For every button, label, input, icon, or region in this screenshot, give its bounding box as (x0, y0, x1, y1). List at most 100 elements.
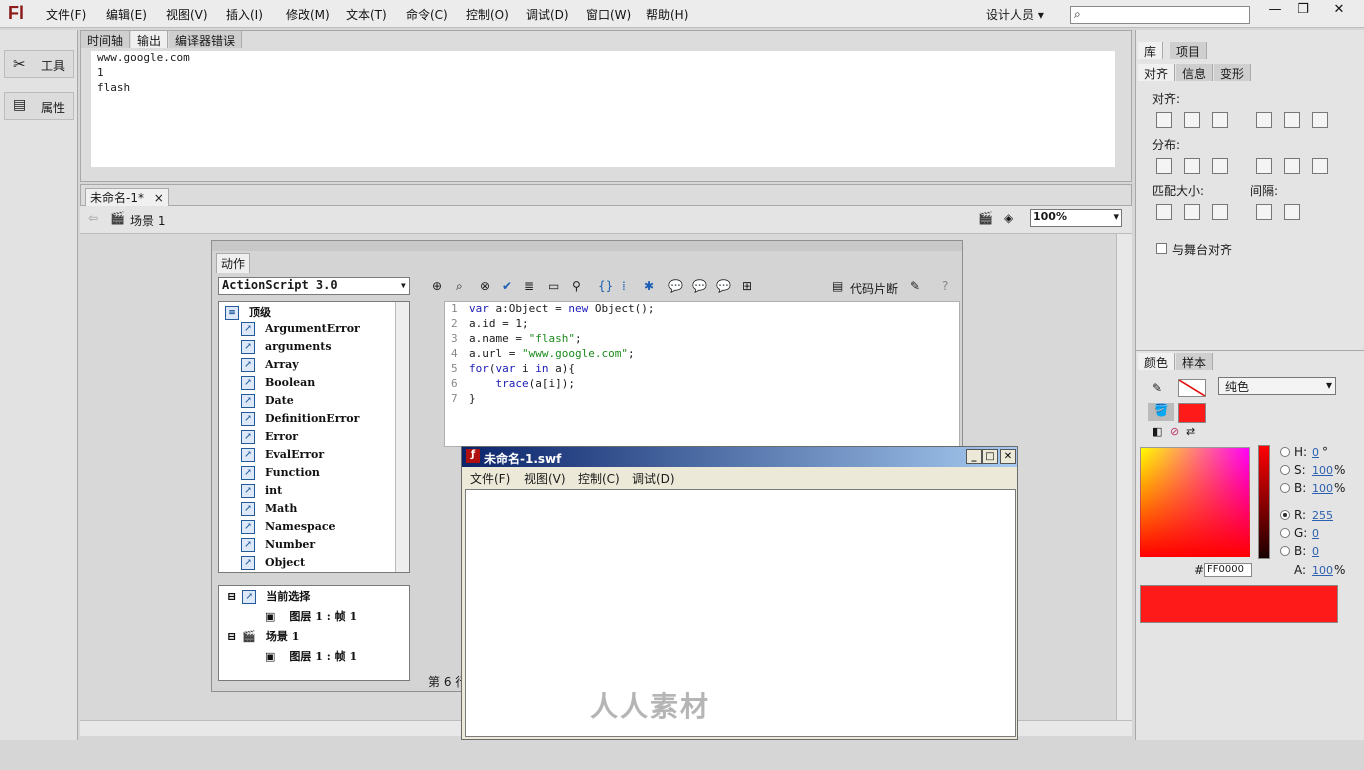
debug-icon[interactable]: ⚲ (572, 279, 581, 293)
toolbox-class[interactable]: ↗ Date (241, 394, 294, 412)
vertical-scrollbar[interactable] (1116, 234, 1132, 720)
distribute-vcenter-button[interactable] (1184, 158, 1200, 174)
toolbox-class[interactable]: ↗ Error (241, 430, 298, 448)
distribute-hcenter-button[interactable] (1284, 158, 1300, 174)
tree-frame[interactable]: ▣ 图层 1 : 帧 1 (265, 608, 357, 626)
toolbox-scrollbar[interactable] (395, 302, 409, 572)
actions-panel-titlebar[interactable] (212, 241, 962, 251)
align-right-button[interactable] (1212, 112, 1228, 128)
expand-all-icon[interactable]: ✱ (644, 279, 654, 293)
actionscript-version-select[interactable]: ActionScript 3.0 ▾ (218, 277, 410, 295)
snippets-icon[interactable]: ▤ (832, 279, 843, 293)
code-hint-icon[interactable]: ▭ (548, 279, 559, 293)
tab-align[interactable]: 对齐 (1138, 64, 1176, 81)
tab-swatches[interactable]: 样本 (1176, 353, 1214, 370)
align-bottom-button[interactable] (1312, 112, 1328, 128)
tab-library[interactable]: 库 (1138, 42, 1164, 59)
match-height-button[interactable] (1184, 204, 1200, 220)
tab-compiler-errors[interactable]: 编译器错误 (169, 31, 243, 48)
menu-insert[interactable]: 插入(I) (226, 6, 263, 23)
properties-button[interactable]: ▤ 属性 (4, 92, 74, 120)
menu-file[interactable]: 文件(F) (46, 6, 86, 23)
output-text-area[interactable]: www.google.com 1 flash (91, 51, 1115, 167)
collapse-icon[interactable]: ⊟ (227, 590, 236, 603)
menu-edit[interactable]: 编辑(E) (106, 6, 147, 23)
tab-info[interactable]: 信息 (1176, 64, 1214, 81)
toolbox-class[interactable]: ↗ Function (241, 466, 320, 484)
distribute-right-button[interactable] (1312, 158, 1328, 174)
toolbox-class[interactable]: ↗ Object (241, 556, 305, 574)
tab-actions[interactable]: 动作 (216, 253, 251, 273)
toolbox-top-level[interactable]: ≡ 顶级 (225, 304, 271, 322)
menu-modify[interactable]: 修改(M) (286, 6, 330, 23)
black-white-icon[interactable]: ◧ (1152, 425, 1162, 438)
swf-minimize-button[interactable]: _ (966, 449, 982, 464)
comment-line-icon[interactable]: 💬 (692, 279, 707, 293)
swf-menu-debug[interactable]: 调试(D) (632, 470, 675, 487)
g-value[interactable]: 0 (1312, 527, 1319, 540)
align-vcenter-button[interactable] (1284, 112, 1300, 128)
toolbox-class[interactable]: ↗ Array (241, 358, 299, 376)
alpha-value[interactable]: 100 (1312, 564, 1333, 577)
swf-maximize-button[interactable]: □ (982, 449, 998, 464)
toolbox-class[interactable]: ↗ ArgumentError (241, 322, 360, 340)
distribute-bottom-button[interactable] (1212, 158, 1228, 174)
tab-timeline[interactable]: 时间轴 (81, 31, 131, 48)
s-value[interactable]: 100 (1312, 464, 1333, 477)
hue-slider[interactable] (1258, 445, 1270, 559)
document-tab[interactable]: 未命名-1* × (85, 188, 169, 207)
menu-window[interactable]: 窗口(W) (586, 6, 631, 23)
find-icon[interactable]: ⌕ (456, 279, 463, 294)
tab-output[interactable]: 输出 (131, 31, 169, 48)
fill-color-swatch[interactable] (1178, 403, 1206, 423)
b-value[interactable]: 100 (1312, 482, 1333, 495)
toolbox-class[interactable]: ↗ int (241, 484, 282, 502)
swap-colors-icon[interactable]: ⇄ (1186, 425, 1195, 438)
zoom-select[interactable]: 100% ▾ (1030, 209, 1122, 227)
tab-color[interactable]: 颜色 (1138, 353, 1176, 370)
workspace-switcher[interactable]: 设计人员 ▾ (986, 6, 1044, 23)
align-top-button[interactable] (1256, 112, 1272, 128)
swf-content-area[interactable] (465, 489, 1016, 737)
menu-text[interactable]: 文本(T) (346, 6, 387, 23)
help-icon[interactable]: ? (942, 279, 948, 293)
add-statement-icon[interactable]: ⊕ (432, 279, 442, 293)
tools-button[interactable]: ✂ 工具 (4, 50, 74, 78)
b-radio[interactable] (1280, 483, 1290, 493)
space-horizontal-button[interactable] (1284, 204, 1300, 220)
swf-titlebar[interactable]: ƒ 未命名-1.swf _ □ ✕ (462, 447, 1017, 467)
space-vertical-button[interactable] (1256, 204, 1272, 220)
g-radio[interactable] (1280, 528, 1290, 538)
swf-close-button[interactable]: ✕ (1000, 449, 1016, 464)
script-editor[interactable]: 1 var a:Object = new Object(); 2 a.id = 1;… (444, 301, 960, 447)
check-syntax-icon[interactable]: ✔ (502, 279, 512, 293)
fill-type-select[interactable]: 纯色 ▾ (1218, 377, 1336, 395)
minimize-button[interactable]: — (1262, 2, 1288, 20)
menu-view[interactable]: 视图(V) (166, 6, 208, 23)
tree-current-selection[interactable]: ⊟ ↗ 当前选择 (227, 588, 310, 606)
collapse-selection-icon[interactable]: ⁞ (622, 279, 626, 293)
align-left-button[interactable] (1156, 112, 1172, 128)
r-radio[interactable] (1280, 510, 1290, 520)
tab-project[interactable]: 项目 (1170, 42, 1208, 59)
stroke-color-swatch[interactable] (1178, 379, 1206, 397)
close-tab-icon[interactable]: × (154, 191, 164, 205)
h-radio[interactable] (1280, 447, 1290, 457)
toolbox-class[interactable]: ↗ Boolean (241, 376, 315, 394)
target-icon[interactable]: ⊗ (480, 279, 490, 293)
swf-menu-view[interactable]: 视图(V) (524, 470, 566, 487)
menu-commands[interactable]: 命令(C) (406, 6, 448, 23)
auto-format-icon[interactable]: ≣ (524, 279, 534, 293)
menu-debug[interactable]: 调试(D) (526, 6, 569, 23)
toolbox-class[interactable]: ↗ EvalError (241, 448, 324, 466)
collapse-icon[interactable]: ⊟ (227, 630, 236, 643)
hex-input[interactable]: FF0000 (1204, 563, 1252, 577)
h-value[interactable]: 0 (1312, 446, 1319, 459)
wand-icon[interactable]: ✎ (910, 279, 920, 293)
comment-block-icon[interactable]: 💬 (668, 279, 683, 293)
no-color-icon[interactable]: ⊘ (1170, 425, 1179, 438)
toolbox-class[interactable]: ↗ Number (241, 538, 315, 556)
uncomment-icon[interactable]: 💬 (716, 279, 731, 293)
menu-control[interactable]: 控制(O) (466, 6, 509, 23)
edit-symbol-icon[interactable]: ◈ (1004, 211, 1013, 225)
